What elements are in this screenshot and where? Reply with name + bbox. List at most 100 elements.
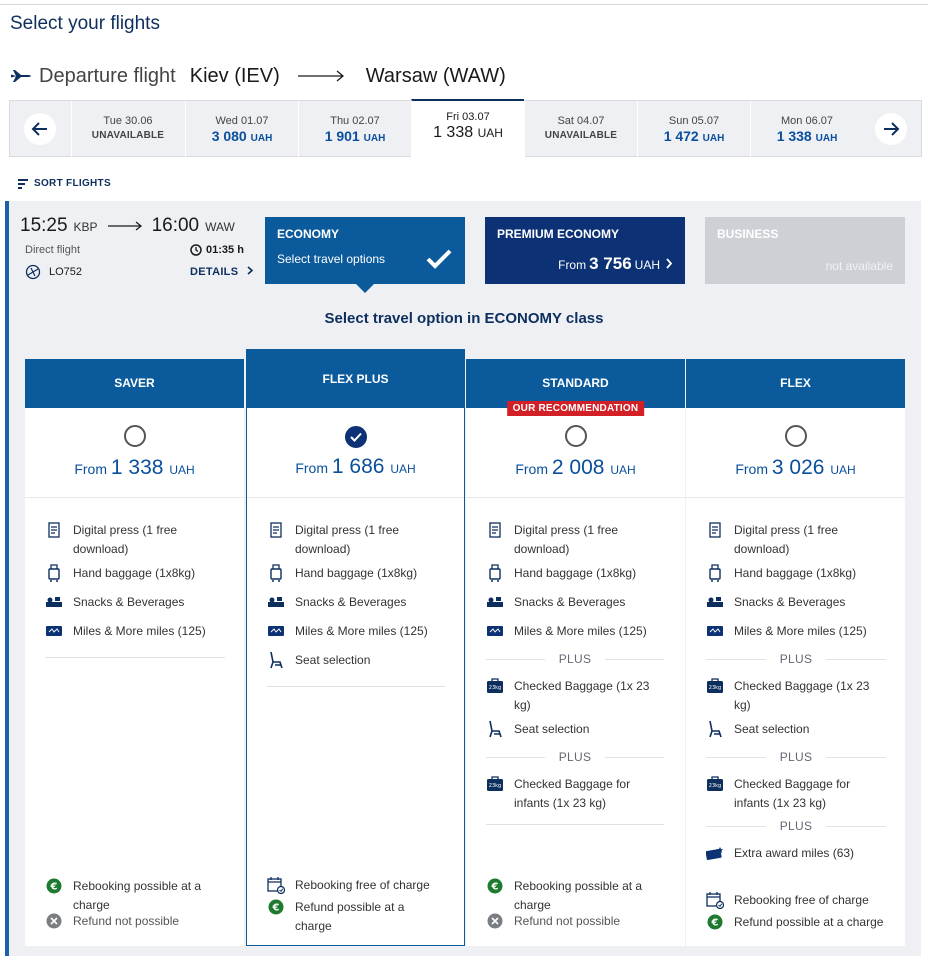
date-tab-sat-04-07[interactable]: Sat 04.07 UNAVAILABLE: [524, 101, 637, 158]
feature-miles: Miles & More miles (125): [486, 622, 661, 641]
svg-text:€: €: [272, 903, 280, 914]
flight-details-link[interactable]: DETAILS: [190, 266, 254, 278]
flight-number: LO752: [25, 264, 82, 280]
feature-text: Checked Baggage (1x 23 kg): [514, 679, 650, 712]
feature-rebooking: € Rebooking possible at a charge: [486, 877, 661, 915]
hand-baggage-icon: [709, 564, 721, 582]
clock-icon: [190, 244, 202, 256]
next-dates-button[interactable]: [875, 113, 907, 145]
seat-icon: [489, 720, 502, 738]
feature-text: Snacks & Beverages: [295, 595, 407, 609]
hand-baggage-icon: [270, 564, 282, 582]
class-price: From 3 756 UAH: [558, 254, 673, 274]
price-value: 1 686: [331, 455, 385, 478]
feature-seat-selection: Seat selection: [706, 720, 876, 739]
select-option-title: Select travel option in ECONOMY class: [324, 310, 604, 327]
feature-text: Refund possible at a charge: [734, 915, 884, 929]
date-label: Mon 06.07: [781, 115, 833, 127]
feature-text: Miles & More miles (125): [514, 624, 647, 638]
euro-coin-icon: €: [268, 899, 284, 915]
price-currency: UAH: [390, 462, 416, 476]
feature-rebooking: Rebooking free of charge: [267, 876, 447, 895]
flight-number-value: LO752: [49, 266, 83, 278]
fare-card-flex-plus[interactable]: FLEX PLUS From 1 686 UAH: [246, 349, 465, 946]
fare-radio-selected[interactable]: [344, 426, 367, 448]
feature-checked-baggage: 23kg Checked Baggage (1x 23 kg): [706, 677, 876, 715]
checked-baggage-icon: 23kg: [707, 678, 723, 693]
date-label: Sun 05.07: [668, 115, 720, 127]
feature-text: Extra award miles (63): [734, 846, 855, 860]
feature-text: Checked Baggage (1x 23 kg): [734, 679, 870, 712]
arrow-left-icon: [31, 122, 47, 136]
route-header: Departure flight Kiev (IEV) Warsaw (WAW): [9, 61, 506, 91]
feature-hand-baggage: Hand baggage (1x8kg): [706, 564, 876, 583]
plus-label: PLUS: [558, 750, 592, 764]
feature-hand-baggage: Hand baggage (1x8kg): [486, 564, 656, 583]
date-currency: UAH: [477, 126, 503, 140]
feature-seat-selection: Seat selection: [267, 651, 437, 670]
divider: [466, 497, 685, 498]
divider: [486, 824, 664, 825]
feature-text: Digital press (1 free download): [514, 523, 619, 556]
feature-refund: € Refund possible at a charge: [706, 913, 896, 932]
flight-type: Direct flight: [25, 244, 81, 256]
from-label: From: [515, 461, 548, 477]
date-tab-mon-06-07[interactable]: Mon 06.07 1 338 UAH: [750, 101, 863, 158]
fare-radio[interactable]: [784, 425, 807, 447]
arrival-time: 16:00: [151, 215, 200, 236]
feature-extra-miles: Extra award miles (63): [706, 844, 881, 863]
date-label: Fri 03.07: [446, 111, 490, 123]
feature-hand-baggage: Hand baggage (1x8kg): [267, 564, 437, 583]
feature-hand-baggage: Hand baggage (1x8kg): [45, 564, 215, 583]
miles-card-icon: [268, 626, 284, 636]
top-divider: [0, 4, 928, 5]
plus-separator: PLUS: [706, 652, 886, 666]
class-premium-economy-tab[interactable]: PREMIUM ECONOMY From 3 756 UAH: [485, 217, 685, 284]
feature-text: Checked Baggage for infants (1x 23 kg): [734, 777, 851, 810]
date-price: 1 472: [663, 128, 699, 144]
document-icon: [48, 522, 60, 538]
svg-text:€: €: [491, 882, 499, 893]
date-tab-tue-30-06[interactable]: Tue 30.06 UNAVAILABLE: [71, 101, 184, 158]
feature-text: Miles & More miles (125): [734, 624, 867, 638]
feature-digital-press: Digital press (1 free download): [706, 521, 876, 559]
miles-card-icon: [46, 626, 62, 636]
divider: [267, 686, 445, 687]
date-price: 1 901: [324, 128, 360, 144]
divider: [686, 497, 905, 498]
fare-card-saver[interactable]: SAVER From 1 338 UAH: [25, 359, 244, 946]
flight-duration: 01:35 h: [190, 244, 244, 256]
feature-text: Digital press (1 free download): [734, 523, 839, 556]
premium-currency: UAH: [634, 258, 660, 272]
date-tab-sun-05-07[interactable]: Sun 05.07 1 472 UAH: [637, 101, 750, 158]
refund-not-possible-icon: [46, 913, 62, 929]
feature-refund: Refund not possible: [45, 912, 220, 931]
from-label: From: [74, 461, 107, 477]
feature-text: Refund not possible: [514, 914, 621, 928]
previous-dates-button[interactable]: [24, 113, 56, 145]
feature-snacks: Snacks & Beverages: [706, 593, 876, 612]
feature-miles: Miles & More miles (125): [706, 622, 881, 641]
sort-icon: [18, 178, 28, 189]
class-business-tab: BUSINESS not available: [705, 217, 905, 284]
feature-snacks: Snacks & Beverages: [486, 593, 656, 612]
fare-radio[interactable]: [123, 425, 146, 447]
date-status: UNAVAILABLE: [91, 130, 165, 141]
feature-text: Checked Baggage for infants (1x 23 kg): [514, 777, 631, 810]
class-economy-tab[interactable]: ECONOMY Select travel options: [265, 217, 465, 293]
date-tab-wed-01-07[interactable]: Wed 01.07 3 080 UAH: [185, 101, 298, 158]
fare-radio[interactable]: [564, 425, 587, 447]
from-label: From: [558, 258, 587, 272]
feature-text: Digital press (1 free download): [295, 523, 400, 556]
sort-flights-button[interactable]: SORT FLIGHTS: [18, 178, 111, 189]
plus-label: PLUS: [558, 652, 592, 666]
date-tab-fri-03-07-selected[interactable]: Fri 03.07 1 338 UAH: [411, 99, 524, 158]
feature-digital-press: Digital press (1 free download): [45, 521, 215, 559]
feature-text: Digital press (1 free download): [73, 523, 178, 556]
feature-text: Hand baggage (1x8kg): [734, 566, 857, 580]
date-tab-thu-02-07[interactable]: Thu 02.07 1 901 UAH: [298, 101, 411, 158]
feature-text: Snacks & Beverages: [514, 595, 626, 609]
chevron-right-icon: [666, 258, 673, 269]
date-label: Sat 04.07: [557, 115, 605, 127]
price-value: 2 008: [551, 456, 605, 479]
